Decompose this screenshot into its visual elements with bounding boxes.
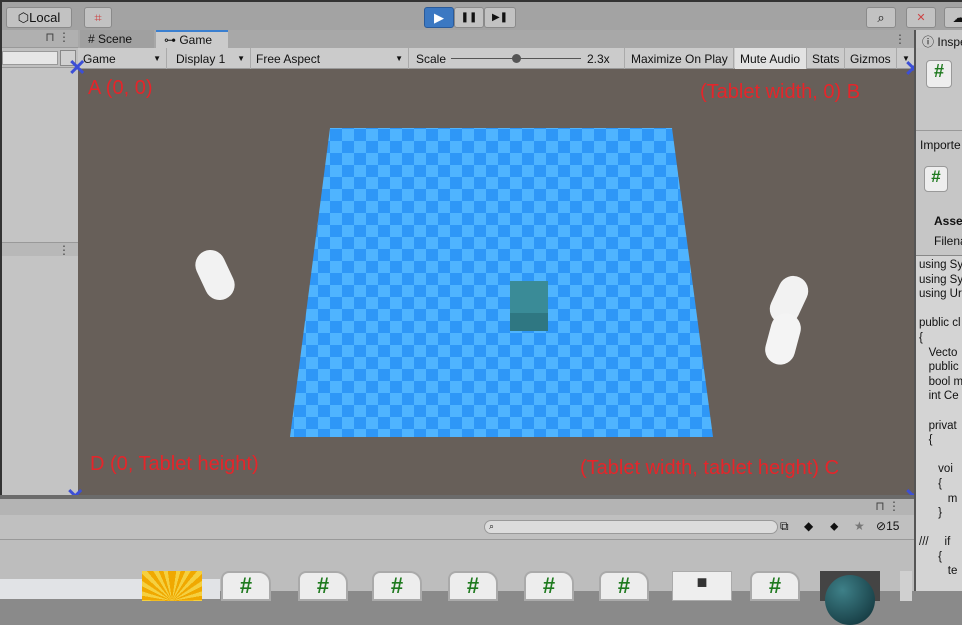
game-panel: # Scene ⊶ Game ⋮ Game▼ Display 1▼ Free A…: [78, 30, 914, 495]
aspect-dropdown[interactable]: Free Aspect▼: [251, 48, 409, 69]
filter-by-label-icon[interactable]: ⬥: [830, 519, 838, 534]
step-button[interactable]: ▶❚: [484, 7, 516, 28]
menu-icon[interactable]: ⋮: [58, 30, 70, 44]
display-dropdown[interactable]: Display 1▼: [171, 48, 251, 69]
script-asset[interactable]: #: [750, 571, 800, 601]
search-icon: ⌕: [489, 521, 494, 531]
menu-icon[interactable]: ⋮: [58, 243, 70, 257]
favorite-star-icon[interactable]: ★: [854, 519, 865, 533]
stats-toggle[interactable]: Stats: [807, 48, 845, 69]
checkered-floor: [290, 128, 713, 437]
menu-icon[interactable]: ⋮: [894, 32, 906, 46]
imported-label: Importe: [920, 138, 961, 152]
second-panel-header: ⋮: [2, 242, 78, 256]
tab-scene[interactable]: # Scene: [80, 30, 154, 48]
collab-icon: ✕: [916, 11, 925, 24]
scene-grid-icon: #: [88, 32, 95, 46]
corner-label-c: (Tablet width, tablet height) C: [580, 457, 839, 480]
cube-icon: ⬡: [18, 10, 29, 26]
script-asset[interactable]: #: [372, 571, 422, 601]
filename-label: Filena: [934, 234, 962, 248]
tab-game[interactable]: ⊶ Game: [156, 30, 228, 48]
view-dropdown[interactable]: Game▼: [78, 48, 167, 69]
game-toolbar: Game▼ Display 1▼ Free Aspect▼ Scale 2.3x…: [78, 48, 914, 69]
gamepad-icon: ⊶: [164, 33, 176, 47]
script-asset[interactable]: #: [599, 571, 649, 601]
info-icon: ⓘ: [922, 35, 934, 49]
divider: [916, 130, 962, 131]
menu-icon[interactable]: ⋮: [888, 499, 900, 513]
lock-icon[interactable]: ⊓: [45, 30, 54, 44]
hierarchy-panel: ⊓ ⋮ ⋮: [0, 30, 78, 495]
dropdown-arrow-icon: ▼: [395, 54, 403, 63]
capsule-left: [190, 245, 239, 305]
script-preview: using Sy using Sy using Ur public cl { V…: [916, 255, 962, 591]
script-icon: #: [924, 166, 948, 192]
marker-a: ✕: [68, 57, 86, 79]
hierarchy-search-input[interactable]: [2, 51, 58, 65]
script-asset[interactable]: #: [524, 571, 574, 601]
pause-button[interactable]: ❚❚: [454, 7, 484, 28]
script-icon: #: [926, 60, 952, 88]
filter-by-type-icon[interactable]: ◆: [804, 519, 813, 533]
hierarchy-header: ⊓ ⋮: [2, 30, 78, 48]
camera-asset-icon[interactable]: ■: [672, 571, 732, 601]
search-icon: ⌕: [877, 10, 884, 26]
scene-render: [78, 69, 914, 495]
project-header: ⊓ ⋮: [0, 499, 914, 515]
search-options-icon[interactable]: ⧉: [780, 519, 789, 534]
collab-button[interactable]: ✕: [906, 7, 936, 28]
corner-label-a: A (0, 0): [88, 77, 152, 100]
snap-button[interactable]: ⌗: [84, 7, 112, 28]
cloud-icon: ☁: [953, 10, 962, 26]
pivot-local-button[interactable]: ⬡Local: [6, 7, 72, 28]
scale-control: Scale 2.3x: [411, 48, 625, 69]
material-asset[interactable]: [820, 571, 880, 601]
maximize-on-play-toggle[interactable]: Maximize On Play: [626, 48, 734, 69]
asset-header: Asse: [934, 214, 962, 228]
corner-label-b: (Tablet width, 0) B: [700, 81, 860, 104]
game-viewport[interactable]: A (0, 0) (Tablet width, 0) B D (0, Table…: [78, 69, 914, 495]
project-search-input[interactable]: ⌕: [484, 520, 778, 534]
lock-icon[interactable]: ⊓: [875, 499, 884, 513]
play-button[interactable]: ▶: [424, 7, 454, 28]
project-panel: ⊓ ⋮ ⌕ ⧉ ◆ ⬥ ★ ⊘15 # # # # # # ■ #: [0, 495, 914, 591]
hidden-packages-toggle[interactable]: ⊘15: [876, 519, 899, 533]
dropdown-arrow-icon: ▼: [153, 54, 161, 63]
project-toolbar: ⌕ ⧉ ◆ ⬥ ★ ⊘15: [0, 515, 914, 540]
dropdown-arrow-icon: ▼: [237, 54, 245, 63]
tab-inspector[interactable]: ⓘ Inspe: [916, 30, 962, 48]
search-button[interactable]: ⌕: [866, 7, 896, 28]
corner-label-d: D (0, Tablet height): [90, 453, 259, 476]
script-asset[interactable]: #: [221, 571, 271, 601]
main-toolbar: ⬡Local ⌗ ▶ ❚❚ ▶❚ ⌕ ✕ ☁: [0, 0, 962, 30]
gizmos-toggle[interactable]: Gizmos: [845, 48, 897, 69]
grid-snap-icon: ⌗: [94, 10, 101, 26]
capsule-right-bottom: [762, 310, 804, 368]
hierarchy-search-row: [2, 48, 78, 68]
script-asset[interactable]: #: [448, 571, 498, 601]
inspector-panel: ⓘ Inspe # Importe # Asse Filena using Sy…: [914, 30, 962, 591]
script-asset[interactable]: #: [298, 571, 348, 601]
mute-audio-toggle[interactable]: Mute Audio: [735, 48, 807, 69]
project-scrollbar[interactable]: [900, 571, 912, 601]
material-sphere-icon: [825, 575, 875, 625]
scale-slider-handle[interactable]: [512, 54, 521, 63]
skybox-asset[interactable]: [142, 571, 202, 601]
eye-slash-icon: ⊘: [876, 519, 886, 533]
cloud-button[interactable]: ☁: [944, 7, 962, 28]
